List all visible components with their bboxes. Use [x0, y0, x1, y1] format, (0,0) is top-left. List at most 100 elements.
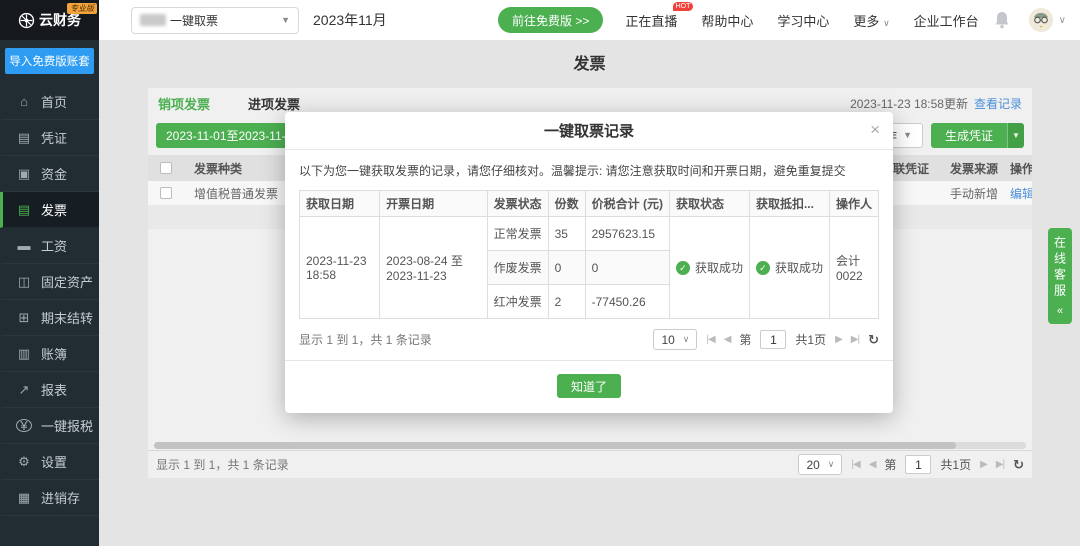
notification-bell-icon[interactable]: [993, 10, 1011, 30]
success-check-icon: ✓: [675, 260, 690, 275]
sidebar-item-label: 固定资产: [41, 275, 94, 290]
row-checkbox[interactable]: [160, 187, 172, 199]
modal-first-page-button[interactable]: |◀: [706, 334, 715, 345]
cell-count: 0: [547, 250, 586, 285]
nav-more-label: 更多: [853, 13, 880, 29]
sidebar-item-label: 发票: [41, 203, 68, 218]
modal-page-number-input[interactable]: [760, 330, 787, 349]
sidebar-item-home[interactable]: ⌂ 首页: [0, 84, 99, 120]
cell-amount: 0: [584, 250, 670, 285]
nav-workbench[interactable]: 企业工作台: [914, 11, 979, 30]
horizontal-scrollbar[interactable]: [154, 440, 1026, 450]
sidebar-item-label: 设置: [41, 455, 68, 470]
sidebar: 导入免费版账套 ⌂ 首页 ▤ 凭证 ▣ 资金 ▤ 发票 ▬ 工资 ◫ 固定资产 …: [0, 40, 99, 546]
home-icon: ⌂: [20, 94, 28, 109]
prev-page-button[interactable]: ◀: [869, 459, 877, 470]
generate-voucher-button[interactable]: 生成凭证: [930, 122, 1007, 148]
column-count: 份数: [547, 190, 586, 217]
app-logo: 云财务 专业版: [0, 0, 99, 40]
nav-more[interactable]: 更多 ∨: [853, 11, 889, 30]
column-invoice-date: 开票日期: [379, 190, 488, 217]
sidebar-item-voucher[interactable]: ▤ 凭证: [0, 120, 99, 156]
sidebar-item-settings[interactable]: ⚙ 设置: [0, 444, 99, 480]
cell-amount: -77450.26: [584, 284, 670, 319]
close-icon[interactable]: ×: [870, 121, 880, 138]
sidebar-item-funds[interactable]: ▣ 资金: [0, 156, 99, 192]
nav-learn-center[interactable]: 学习中心: [777, 11, 829, 30]
fetch-record-modal: 一键取票记录 × 以下为您一键获取发票的记录，请您仔细核对。温馨提示: 请您注意…: [285, 112, 893, 413]
tab-purchase-invoice[interactable]: 进项发票: [248, 94, 300, 113]
page-number-input[interactable]: [905, 455, 932, 474]
collapse-arrow-icon: «: [1056, 304, 1064, 317]
modal-pagination-summary: 显示 1 到 1，共 1 条记录: [299, 333, 432, 347]
account-set-select[interactable]: 一键取票 ▼: [131, 6, 299, 34]
sidebar-item-tax-filing[interactable]: ¥ 一键报税: [0, 408, 99, 444]
nav-live[interactable]: 正在直播 HOT: [625, 1, 694, 30]
sidebar-item-label: 资金: [41, 167, 68, 182]
total-pages: 共1页: [940, 458, 972, 472]
edit-link[interactable]: 编辑: [1005, 185, 1032, 202]
last-page-button[interactable]: ▶|: [996, 459, 1005, 470]
success-check-icon: ✓: [755, 260, 770, 275]
fetch-status-text: 获取成功: [694, 261, 743, 275]
calendar-icon: ⊞: [18, 309, 30, 325]
view-record-link[interactable]: 查看记录: [974, 97, 1022, 111]
modal-last-page-button[interactable]: ▶|: [851, 334, 860, 345]
refresh-icon[interactable]: ↻: [1013, 457, 1024, 473]
import-free-version-button[interactable]: 导入免费版账套: [5, 48, 94, 74]
sidebar-item-period-end[interactable]: ⊞ 期末结转: [0, 300, 99, 336]
top-navigation: 正在直播 HOT 帮助中心 学习中心 更多 ∨ 企业工作台: [625, 1, 979, 30]
redacted-company-name: [140, 14, 166, 26]
account-set-value: 一键取票: [170, 13, 219, 28]
sidebar-item-fixed-assets[interactable]: ◫ 固定资产: [0, 264, 99, 300]
modal-description: 以下为您一键获取发票的记录，请您仔细核对。温馨提示: 请您注意获取时间和开票日期…: [299, 164, 846, 178]
page-size-select[interactable]: 20 ∨: [798, 454, 843, 475]
wheel-logo-icon: [18, 12, 35, 28]
sidebar-item-label: 进销存: [41, 491, 81, 506]
modal-title: 一键取票记录: [543, 123, 634, 140]
tab-sales-invoice[interactable]: 销项发票: [158, 94, 210, 113]
batch-dropdown-icon: ▼: [903, 130, 912, 140]
sidebar-item-salary[interactable]: ▬ 工资: [0, 228, 99, 264]
scrollbar-thumb[interactable]: [154, 441, 957, 449]
modal-next-page-button[interactable]: ▶: [835, 334, 843, 345]
sidebar-item-reports[interactable]: ↗ 报表: [0, 372, 99, 408]
cell-operator: 会计0022: [828, 216, 880, 319]
go-free-version-button[interactable]: 前往免费版 >>: [498, 7, 604, 33]
user-menu-chevron-icon[interactable]: ∨: [1059, 15, 1066, 26]
nav-help-center[interactable]: 帮助中心: [701, 11, 753, 30]
funds-icon: ▣: [17, 165, 31, 181]
cell-fetch-status: ✓ 获取成功: [668, 216, 750, 319]
hot-badge: HOT: [672, 1, 694, 11]
modal-refresh-icon[interactable]: ↻: [868, 332, 879, 348]
sidebar-item-ledger[interactable]: ▥ 账簿: [0, 336, 99, 372]
page-title: 发票: [573, 56, 606, 73]
select-all-checkbox[interactable]: [160, 162, 172, 174]
generate-voucher-dropdown-icon[interactable]: ▼: [1007, 122, 1024, 148]
gear-icon: ⚙: [18, 453, 30, 469]
record-table-header: 获取日期 开票日期 发票状态 份数 价税合计 (元) 获取状态 获取抵扣... …: [298, 190, 880, 217]
online-customer-service-button[interactable]: 在线客服 «: [1048, 228, 1072, 324]
voucher-icon: ▤: [17, 129, 31, 145]
building-icon: ◫: [17, 273, 31, 289]
accounting-period: 2023年11月: [313, 12, 387, 28]
modal-page-size-select[interactable]: 10 ∨: [653, 329, 698, 350]
modal-prev-page-button[interactable]: ◀: [724, 334, 732, 345]
sidebar-item-inventory[interactable]: ▦ 进销存: [0, 480, 99, 516]
sidebar-item-invoice[interactable]: ▤ 发票: [0, 192, 99, 228]
modal-total-pages: 共1页: [795, 333, 827, 347]
column-fetch-status: 获取状态: [668, 190, 750, 217]
modal-header: 一键取票记录 ×: [285, 112, 893, 150]
got-it-button[interactable]: 知道了: [557, 374, 621, 398]
modal-page-size-dropdown-icon: ∨: [682, 334, 690, 344]
generate-voucher-split-button[interactable]: 生成凭证 ▼: [930, 122, 1024, 148]
cell-invoice-status: 作废发票: [486, 250, 549, 285]
next-page-button[interactable]: ▶: [980, 459, 988, 470]
sidebar-item-label: 工资: [41, 239, 68, 254]
page-size-dropdown-icon: ∨: [827, 459, 835, 469]
modal-pagination: 显示 1 到 1，共 1 条记录 10 ∨ |◀ ◀ 第 共1页 ▶ ▶| ↻: [299, 329, 879, 350]
inventory-icon: ▦: [17, 489, 31, 505]
first-page-button[interactable]: |◀: [851, 459, 860, 470]
user-avatar[interactable]: [1028, 8, 1053, 32]
column-invoice-source: 发票来源: [950, 161, 999, 176]
